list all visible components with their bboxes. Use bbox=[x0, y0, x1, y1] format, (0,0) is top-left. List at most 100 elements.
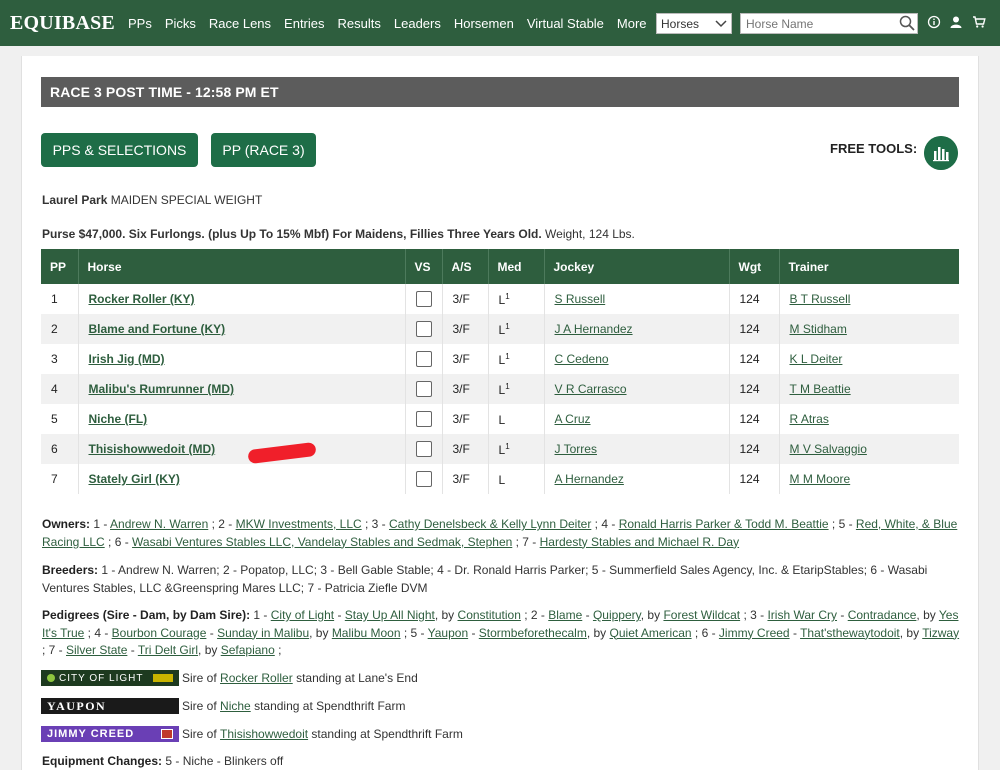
nav-entries[interactable]: Entries bbox=[284, 16, 324, 31]
jockey-link[interactable]: J Torres bbox=[555, 442, 597, 456]
sire-ad-horse-link[interactable]: Rocker Roller bbox=[220, 671, 293, 685]
nav-more[interactable]: More bbox=[617, 16, 647, 31]
table-row: 5 Niche (FL) 3/F L A Cruz 124 R Atras bbox=[41, 404, 959, 434]
jockey-link[interactable]: A Cruz bbox=[555, 412, 591, 426]
sire-link[interactable]: City of Light bbox=[271, 608, 334, 622]
dam-link[interactable]: Sunday in Malibu bbox=[217, 626, 309, 640]
sire-link[interactable]: Jimmy Creed bbox=[719, 626, 790, 640]
chevron-down-icon bbox=[715, 19, 727, 27]
sire-banner[interactable]: CITY OF LIGHT bbox=[41, 670, 179, 686]
table-row: 1 Rocker Roller (KY) 3/F L1 S Russell 12… bbox=[41, 284, 959, 314]
weight-cell: 124 bbox=[729, 284, 780, 314]
damsire-link[interactable]: Sefapiano bbox=[221, 643, 275, 657]
col-vs: VS bbox=[405, 249, 443, 284]
horse-link[interactable]: Irish Jig (MD) bbox=[89, 352, 165, 366]
trainer-link[interactable]: M V Salvaggio bbox=[790, 442, 867, 456]
trainer-link[interactable]: T M Beattie bbox=[790, 382, 851, 396]
trainer-link[interactable]: M M Moore bbox=[790, 472, 851, 486]
equibase-logo[interactable]: EQUIBASE bbox=[10, 12, 115, 35]
damsire-link[interactable]: Forest Wildcat bbox=[663, 608, 740, 622]
sire-banner-text: JIMMY CREED bbox=[47, 728, 135, 740]
virtual-stable-checkbox[interactable] bbox=[415, 381, 432, 397]
nav-results[interactable]: Results bbox=[338, 16, 381, 31]
owners-label: Owners: bbox=[42, 517, 91, 531]
jockey-link[interactable]: S Russell bbox=[555, 292, 606, 306]
sire-text-post: standing at Lane's End bbox=[296, 671, 418, 685]
sire-banner[interactable]: YAUPON bbox=[41, 698, 179, 714]
horse-link[interactable]: Thisishowwedoit (MD) bbox=[89, 442, 216, 456]
sire-ad-horse-link[interactable]: Niche bbox=[220, 699, 251, 713]
table-header-row: PP Horse VS A/S Med Jockey Wgt Trainer bbox=[41, 249, 959, 284]
table-row: 6 Thisishowwedoit (MD) 3/F L1 J Torres 1… bbox=[41, 434, 959, 464]
sire-link[interactable]: Yaupon bbox=[428, 626, 468, 640]
horse-link[interactable]: Niche (FL) bbox=[89, 412, 148, 426]
dam-link[interactable]: Contradance bbox=[848, 608, 917, 622]
col-jockey: Jockey bbox=[544, 249, 730, 284]
trainer-link[interactable]: M Stidham bbox=[790, 322, 847, 336]
dam-link[interactable]: Tri Delt Girl bbox=[138, 643, 198, 657]
sire-link[interactable]: Irish War Cry bbox=[767, 608, 837, 622]
search-type-value: Horses bbox=[661, 16, 700, 31]
age-sex-cell: 3/F bbox=[442, 434, 489, 464]
nav-pps[interactable]: PPs bbox=[128, 16, 152, 31]
sire-ad-horse-link[interactable]: Thisishowwedoit bbox=[220, 727, 308, 741]
horse-link[interactable]: Malibu's Rumrunner (MD) bbox=[89, 382, 235, 396]
horse-link[interactable]: Stately Girl (KY) bbox=[89, 472, 180, 486]
horse-link[interactable]: Rocker Roller (KY) bbox=[89, 292, 195, 306]
sire-banner[interactable]: JIMMY CREED bbox=[41, 726, 179, 742]
horse-name-search-input[interactable] bbox=[740, 13, 918, 34]
nav-leaders[interactable]: Leaders bbox=[394, 16, 441, 31]
jockey-link[interactable]: C Cedeno bbox=[555, 352, 609, 366]
pps-selections-button[interactable]: PPS & SELECTIONS bbox=[41, 133, 198, 167]
col-horse: Horse bbox=[78, 249, 406, 284]
sire-link[interactable]: Bourbon Courage bbox=[112, 626, 207, 640]
owner-link[interactable]: MKW Investments, LLC bbox=[236, 517, 362, 531]
nav-race-lens[interactable]: Race Lens bbox=[209, 16, 271, 31]
info-icon[interactable] bbox=[927, 15, 941, 29]
age-sex-cell: 3/F bbox=[442, 464, 489, 494]
virtual-stable-checkbox[interactable] bbox=[415, 411, 432, 427]
dam-link[interactable]: Stormbeforethecalm bbox=[479, 626, 587, 640]
jockey-link[interactable]: A Hernandez bbox=[555, 472, 624, 486]
dam-link[interactable]: Stay Up All Night bbox=[345, 608, 435, 622]
jockey-link[interactable]: J A Hernandez bbox=[555, 322, 633, 336]
col-trainer: Trainer bbox=[779, 249, 959, 284]
virtual-stable-checkbox[interactable] bbox=[415, 441, 432, 457]
pp-race-button[interactable]: PP (RACE 3) bbox=[211, 133, 316, 167]
trainer-link[interactable]: R Atras bbox=[790, 412, 829, 426]
dam-link[interactable]: That'sthewaytodoit bbox=[800, 626, 900, 640]
trainer-link[interactable]: B T Russell bbox=[790, 292, 851, 306]
owner-link[interactable]: Andrew N. Warren bbox=[110, 517, 208, 531]
search-icon[interactable] bbox=[899, 15, 915, 31]
virtual-stable-checkbox[interactable] bbox=[415, 471, 432, 487]
user-icon[interactable] bbox=[949, 15, 963, 29]
virtual-stable-checkbox[interactable] bbox=[415, 351, 432, 367]
sire-link[interactable]: Blame bbox=[548, 608, 582, 622]
owner-link[interactable]: Hardesty Stables and Michael R. Day bbox=[540, 535, 739, 549]
owner-link[interactable]: Ronald Harris Parker & Todd M. Beattie bbox=[619, 517, 829, 531]
nav-horsemen[interactable]: Horsemen bbox=[454, 16, 514, 31]
virtual-stable-checkbox[interactable] bbox=[415, 321, 432, 337]
sire-link[interactable]: Silver State bbox=[66, 643, 127, 657]
dam-link[interactable]: Quippery bbox=[593, 608, 641, 622]
age-sex-cell: 3/F bbox=[442, 314, 489, 344]
nav-picks[interactable]: Picks bbox=[165, 16, 196, 31]
virtual-stable-checkbox[interactable] bbox=[415, 291, 432, 307]
horse-link[interactable]: Blame and Fortune (KY) bbox=[89, 322, 226, 336]
breeders-section: Breeders: 1 - Andrew N. Warren; 2 - Popa… bbox=[42, 562, 960, 597]
trainer-link[interactable]: K L Deiter bbox=[790, 352, 843, 366]
bar-chart-icon[interactable] bbox=[924, 136, 958, 170]
cart-icon[interactable] bbox=[972, 15, 986, 29]
search-type-select[interactable]: Horses bbox=[656, 13, 732, 34]
owner-link[interactable]: Wasabi Ventures Stables LLC, Vandelay St… bbox=[132, 535, 512, 549]
col-med: Med bbox=[488, 249, 545, 284]
jockey-link[interactable]: V R Carrasco bbox=[555, 382, 627, 396]
pp-cell: 1 bbox=[41, 284, 79, 314]
damsire-link[interactable]: Constitution bbox=[458, 608, 521, 622]
damsire-link[interactable]: Tizway bbox=[922, 626, 959, 640]
damsire-link[interactable]: Quiet American bbox=[610, 626, 692, 640]
track-name: Laurel Park bbox=[42, 193, 108, 207]
owner-link[interactable]: Cathy Denelsbeck & Kelly Lynn Deiter bbox=[389, 517, 591, 531]
nav-virtual-stable[interactable]: Virtual Stable bbox=[527, 16, 604, 31]
damsire-link[interactable]: Malibu Moon bbox=[332, 626, 401, 640]
